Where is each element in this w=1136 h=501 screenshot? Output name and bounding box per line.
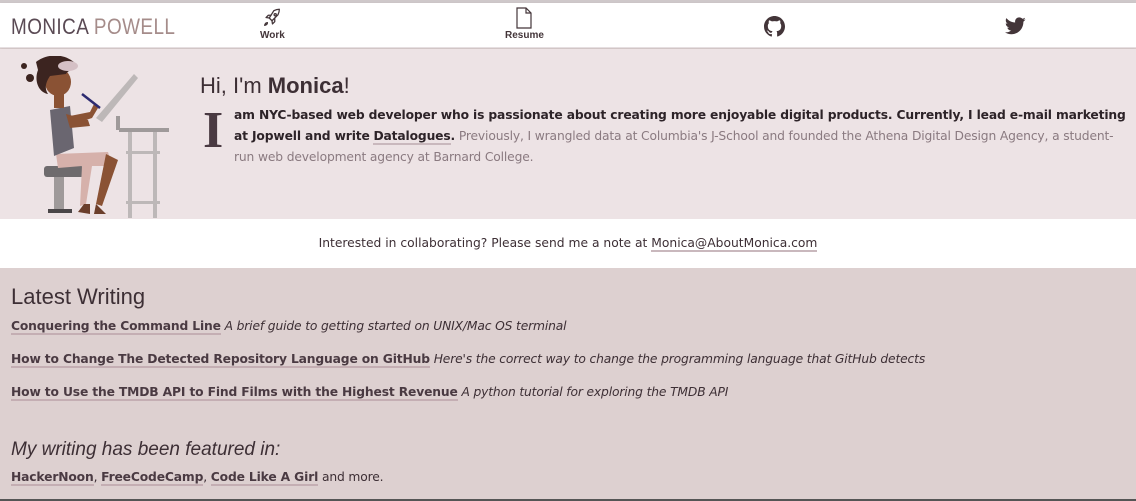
- post-description: A python tutorial for exploring the TMDB…: [461, 385, 729, 399]
- greeting-text: Hi, I'm: [200, 73, 262, 98]
- site-logo[interactable]: MONICA POWELL: [11, 14, 175, 40]
- github-icon: [764, 16, 785, 37]
- featured-publications: HackerNoon, FreeCodeCamp, Code Like A Gi…: [11, 470, 384, 486]
- twitter-icon: [1005, 17, 1026, 35]
- greeting-exclaim: !: [343, 73, 350, 98]
- hero-greeting: Hi, I'm Monica!: [200, 73, 350, 99]
- post-description: Here's the correct way to change the pro…: [433, 352, 926, 366]
- rocket-icon: [264, 8, 281, 26]
- document-icon: [516, 7, 533, 29]
- hero-bio: am NYC-based web developer who is passio…: [234, 105, 1128, 168]
- featured-suffix: and more.: [321, 470, 384, 484]
- logo-first-name: MONICA: [11, 14, 89, 39]
- featured-separator: ,: [93, 470, 98, 484]
- contact-email-link[interactable]: Monica@AboutMonica.com: [651, 236, 818, 252]
- post-title-link[interactable]: How to Change The Detected Repository La…: [11, 352, 430, 368]
- post-description: A brief guide to getting started on UNIX…: [224, 319, 567, 333]
- bio-period: .: [450, 129, 456, 143]
- contact-banner: Interested in collaborating? Please send…: [0, 219, 1136, 268]
- drop-cap: I: [203, 102, 224, 159]
- nav-work-link[interactable]: Work: [260, 7, 285, 41]
- post-title-link[interactable]: Conquering the Command Line: [11, 319, 221, 335]
- nav-work-label: Work: [260, 30, 285, 41]
- post-title-link[interactable]: How to Use the TMDB API to Find Films wi…: [11, 385, 458, 401]
- latest-writing-section: Latest Writing Conquering the Command Li…: [0, 268, 1136, 501]
- post-item: How to Change The Detected Repository La…: [11, 352, 926, 368]
- contact-text: Interested in collaborating? Please send…: [318, 236, 648, 250]
- top-nav: MONICA POWELL Work Resume: [0, 3, 1136, 48]
- featured-heading: My writing has been featured in:: [11, 439, 281, 460]
- post-item: Conquering the Command Line A brief guid…: [11, 319, 567, 335]
- nav-github-link[interactable]: [764, 16, 785, 37]
- featured-hackernoon-link[interactable]: HackerNoon: [11, 470, 94, 486]
- post-item: How to Use the TMDB API to Find Films wi…: [11, 385, 729, 401]
- logo-last-name: POWELL: [93, 14, 176, 39]
- designer-illustration: [21, 56, 169, 218]
- hero-section: Hi, I'm Monica! I am NYC-based web devel…: [0, 49, 1136, 219]
- greeting-name: Monica: [267, 73, 344, 98]
- featured-freecodecamp-link[interactable]: FreeCodeCamp: [101, 470, 203, 486]
- nav-resume-link[interactable]: Resume: [505, 7, 544, 41]
- featured-separator: ,: [203, 470, 207, 484]
- nav-twitter-link[interactable]: [1005, 17, 1026, 35]
- featured-codelikeagirl-link[interactable]: Code Like A Girl: [210, 470, 318, 486]
- datalogues-link[interactable]: Datalogues: [373, 129, 451, 145]
- latest-writing-heading: Latest Writing: [11, 284, 146, 309]
- nav-resume-label: Resume: [505, 30, 544, 41]
